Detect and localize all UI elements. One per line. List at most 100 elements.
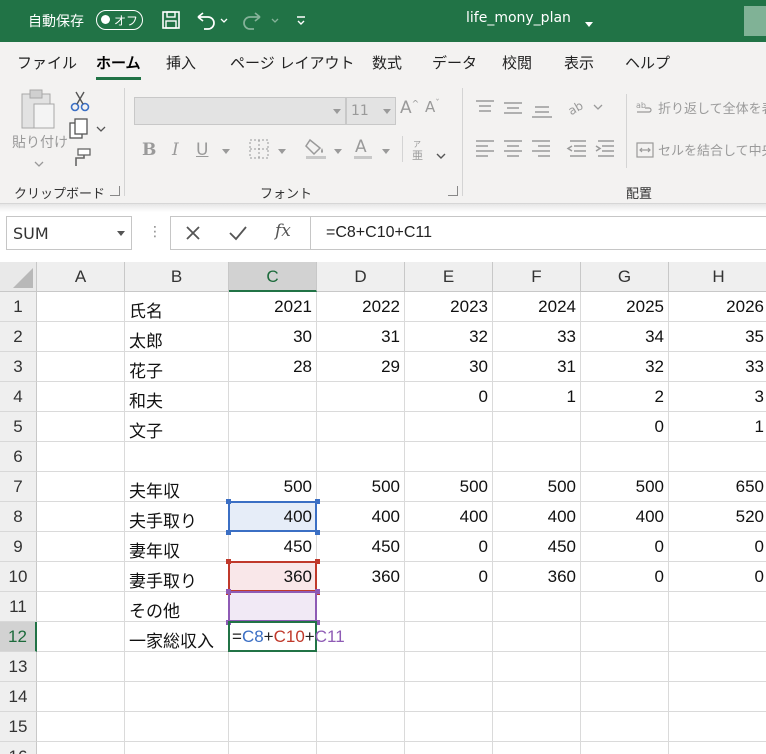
enter-check-icon[interactable] <box>227 223 249 247</box>
font-size-box[interactable]: 11 <box>346 97 396 125</box>
cell-d2[interactable]: 31 <box>317 322 405 352</box>
row-header-3[interactable]: 3 <box>0 352 37 382</box>
cell-b16[interactable] <box>125 742 229 754</box>
row-header-7[interactable]: 7 <box>0 472 37 502</box>
user-avatar[interactable] <box>744 6 766 36</box>
cell-d16[interactable] <box>317 742 405 754</box>
cell-b5[interactable]: 文子 <box>125 412 229 442</box>
font-name-box[interactable] <box>134 97 346 125</box>
cell-c16[interactable] <box>229 742 317 754</box>
name-box[interactable]: SUM <box>6 216 132 250</box>
cell-a11[interactable] <box>37 592 125 622</box>
cell-f1[interactable]: 2024 <box>493 292 581 322</box>
cell-d15[interactable] <box>317 712 405 742</box>
cell-b14[interactable] <box>125 682 229 712</box>
column-header-b[interactable]: B <box>125 262 229 292</box>
tab-insert[interactable]: 挿入 <box>166 52 196 73</box>
reference-resize-handle[interactable] <box>315 530 320 535</box>
cell-e10[interactable]: 0 <box>405 562 493 592</box>
cell-a5[interactable] <box>37 412 125 442</box>
cell-b12[interactable]: 一家総収入 <box>125 622 229 652</box>
cell-g16[interactable] <box>581 742 669 754</box>
cell-c9[interactable]: 450 <box>229 532 317 562</box>
cell-h1[interactable]: 2026 <box>669 292 766 322</box>
cell-e8[interactable]: 400 <box>405 502 493 532</box>
paste-dropdown-icon[interactable] <box>34 154 44 173</box>
cancel-icon[interactable] <box>183 223 203 247</box>
cell-h8[interactable]: 520 <box>669 502 766 532</box>
format-painter-icon[interactable] <box>70 148 92 172</box>
paste-label[interactable]: 貼り付け <box>12 132 68 152</box>
row-header-14[interactable]: 14 <box>0 682 37 712</box>
chevron-down-icon[interactable] <box>278 149 286 154</box>
cell-g1[interactable]: 2025 <box>581 292 669 322</box>
tab-file[interactable]: ファイル <box>17 52 77 73</box>
cell-c13[interactable] <box>229 652 317 682</box>
drag-handle-icon[interactable]: ⋮ <box>148 224 162 240</box>
cell-f11[interactable] <box>493 592 581 622</box>
cell-b9[interactable]: 妻年収 <box>125 532 229 562</box>
reference-resize-handle[interactable] <box>315 589 320 594</box>
cell-b8[interactable]: 夫手取り <box>125 502 229 532</box>
paste-icon[interactable] <box>18 88 58 136</box>
cell-b13[interactable] <box>125 652 229 682</box>
cell-g9[interactable]: 0 <box>581 532 669 562</box>
cell-d1[interactable]: 2022 <box>317 292 405 322</box>
column-header-d[interactable]: D <box>317 262 405 292</box>
column-header-a[interactable]: A <box>37 262 125 292</box>
reference-resize-handle[interactable] <box>315 559 320 564</box>
cell-c3[interactable]: 28 <box>229 352 317 382</box>
cell-e1[interactable]: 2023 <box>405 292 493 322</box>
increase-font-icon[interactable]: A^ <box>400 98 419 118</box>
column-header-h[interactable]: H <box>669 262 766 292</box>
italic-icon[interactable]: I <box>172 140 179 160</box>
cell-f7[interactable]: 500 <box>493 472 581 502</box>
save-icon[interactable] <box>160 8 182 32</box>
chevron-down-icon[interactable] <box>584 14 594 33</box>
cell-g4[interactable]: 2 <box>581 382 669 412</box>
cell-g5[interactable]: 0 <box>581 412 669 442</box>
decrease-font-icon[interactable]: Aˇ <box>425 98 440 116</box>
cell-d14[interactable] <box>317 682 405 712</box>
font-color-icon[interactable]: A <box>352 136 374 164</box>
underline-icon[interactable]: U <box>196 140 208 160</box>
row-header-16[interactable]: 16 <box>0 742 37 754</box>
cell-a12[interactable] <box>37 622 125 652</box>
cell-a1[interactable] <box>37 292 125 322</box>
cell-b4[interactable]: 和夫 <box>125 382 229 412</box>
cell-h5[interactable]: 1 <box>669 412 766 442</box>
align-left-icon[interactable] <box>474 138 614 164</box>
cell-g12[interactable] <box>581 622 669 652</box>
cell-d10[interactable]: 360 <box>317 562 405 592</box>
cut-icon[interactable] <box>70 90 90 116</box>
cell-b10[interactable]: 妻手取り <box>125 562 229 592</box>
cell-g13[interactable] <box>581 652 669 682</box>
row-header-10[interactable]: 10 <box>0 562 37 592</box>
reference-resize-handle[interactable] <box>315 620 320 625</box>
cell-d6[interactable] <box>317 442 405 472</box>
cell-h16[interactable] <box>669 742 766 754</box>
cell-e15[interactable] <box>405 712 493 742</box>
column-header-e[interactable]: E <box>405 262 493 292</box>
cell-e3[interactable]: 30 <box>405 352 493 382</box>
cell-a6[interactable] <box>37 442 125 472</box>
cell-f12[interactable] <box>493 622 581 652</box>
tab-help[interactable]: ヘルプ <box>625 52 670 73</box>
cell-g14[interactable] <box>581 682 669 712</box>
cell-f3[interactable]: 31 <box>493 352 581 382</box>
font-launcher-icon[interactable] <box>448 186 458 196</box>
cell-h12[interactable] <box>669 622 766 652</box>
cell-g8[interactable]: 400 <box>581 502 669 532</box>
row-header-5[interactable]: 5 <box>0 412 37 442</box>
cell-a14[interactable] <box>37 682 125 712</box>
cell-h13[interactable] <box>669 652 766 682</box>
tab-home[interactable]: ホーム <box>96 52 141 80</box>
customize-qat-icon[interactable] <box>294 8 308 32</box>
row-header-15[interactable]: 15 <box>0 712 37 742</box>
cell-a9[interactable] <box>37 532 125 562</box>
cell-g6[interactable] <box>581 442 669 472</box>
cell-b2[interactable]: 太郎 <box>125 322 229 352</box>
cell-d13[interactable] <box>317 652 405 682</box>
cell-a13[interactable] <box>37 652 125 682</box>
cell-a10[interactable] <box>37 562 125 592</box>
